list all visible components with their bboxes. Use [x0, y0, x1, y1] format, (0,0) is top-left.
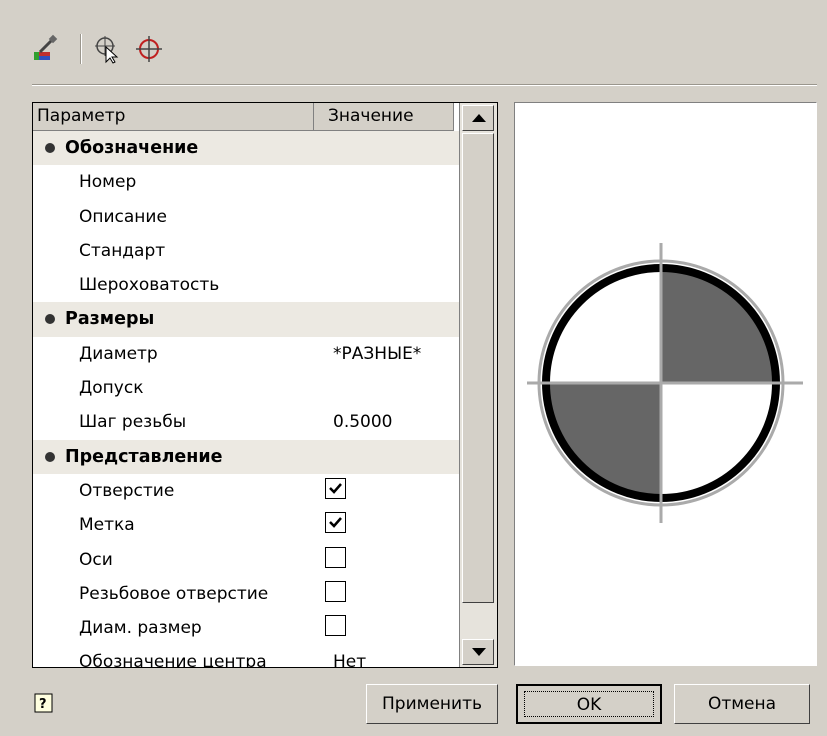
ok-button[interactable]: OK: [516, 684, 662, 724]
property-label: Шаг резьбы: [79, 412, 187, 433]
category-label: Представление: [65, 446, 223, 467]
divider: [32, 84, 817, 86]
property-rows: Обозначение Номер Описание Стандарт Шеро…: [33, 131, 459, 668]
category-label: Обозначение: [65, 138, 199, 158]
property-label: Обозначение центра: [79, 652, 267, 668]
property-label: Отверстие: [79, 480, 175, 501]
property-label: Шероховатость: [79, 275, 220, 296]
property-grid[interactable]: Параметр Значение Обозначение Номер Опис…: [32, 102, 498, 668]
property-label: Допуск: [79, 378, 144, 399]
scroll-down-button[interactable]: [462, 639, 494, 665]
property-row[interactable]: Резьбовое отверстие: [33, 577, 459, 611]
property-row[interactable]: Обозначение центра Нет: [33, 645, 459, 668]
checkbox-checked[interactable]: [325, 477, 346, 499]
focus-rect: [524, 691, 654, 717]
select-object-icon[interactable]: [92, 34, 122, 64]
scrollbar-thumb[interactable]: [462, 133, 494, 603]
checkbox-unchecked[interactable]: [325, 615, 346, 637]
checkbox-checked[interactable]: [325, 512, 346, 534]
property-row[interactable]: Стандарт: [33, 234, 459, 268]
bullet-icon: [45, 451, 55, 462]
property-row[interactable]: Отверстие: [33, 474, 459, 508]
toolbar: [30, 30, 820, 70]
paint-brush-icon[interactable]: [30, 34, 60, 64]
property-label: Оси: [79, 549, 113, 570]
property-row[interactable]: Оси: [33, 543, 459, 577]
category-row[interactable]: Обозначение: [33, 131, 459, 166]
property-row[interactable]: Описание: [33, 200, 459, 234]
svg-text:?: ?: [39, 697, 47, 712]
property-label: Номер: [79, 172, 137, 193]
column-header-value[interactable]: Значение: [314, 103, 454, 131]
property-value[interactable]: Нет: [333, 645, 366, 667]
checkbox-unchecked[interactable]: [325, 580, 346, 602]
property-row[interactable]: Номер: [33, 165, 459, 199]
category-row[interactable]: Представление: [33, 439, 459, 474]
bullet-icon: [45, 314, 55, 325]
property-label: Описание: [79, 206, 167, 227]
property-row[interactable]: Диаметр *РАЗНЫЕ*: [33, 337, 459, 371]
property-label: Диам. размер: [79, 618, 202, 639]
scroll-up-button[interactable]: [462, 105, 494, 131]
column-header-parameter[interactable]: Параметр: [33, 103, 314, 131]
property-row[interactable]: Шероховатость: [33, 268, 459, 302]
category-row[interactable]: Размеры: [33, 302, 459, 337]
apply-button[interactable]: Применить: [366, 684, 498, 724]
property-label: Метка: [79, 515, 135, 536]
category-label: Размеры: [65, 309, 155, 330]
property-row[interactable]: Допуск: [33, 371, 459, 405]
preview-panel: [514, 102, 817, 666]
property-row[interactable]: Диам. размер: [33, 611, 459, 645]
property-value[interactable]: 0.5000: [333, 405, 392, 439]
checkbox-unchecked[interactable]: [325, 546, 346, 568]
property-row[interactable]: Метка: [33, 508, 459, 542]
cancel-button[interactable]: Отмена: [674, 684, 810, 724]
toolbar-separator: [80, 34, 82, 64]
property-label: Диаметр: [79, 343, 158, 364]
property-row[interactable]: Шаг резьбы 0.5000: [33, 405, 459, 439]
arrow-up-icon: [472, 114, 486, 122]
bullet-icon: [45, 143, 55, 153]
property-label: Стандарт: [79, 240, 166, 261]
vertical-scrollbar[interactable]: [459, 103, 497, 667]
property-label: Резьбовое отверстие: [79, 583, 269, 604]
arrow-down-icon: [472, 648, 486, 656]
pick-point-icon[interactable]: [134, 34, 164, 64]
property-value[interactable]: *РАЗНЫЕ*: [333, 337, 421, 371]
center-mark-symbol: [527, 243, 803, 523]
help-icon[interactable]: ?: [34, 693, 54, 715]
